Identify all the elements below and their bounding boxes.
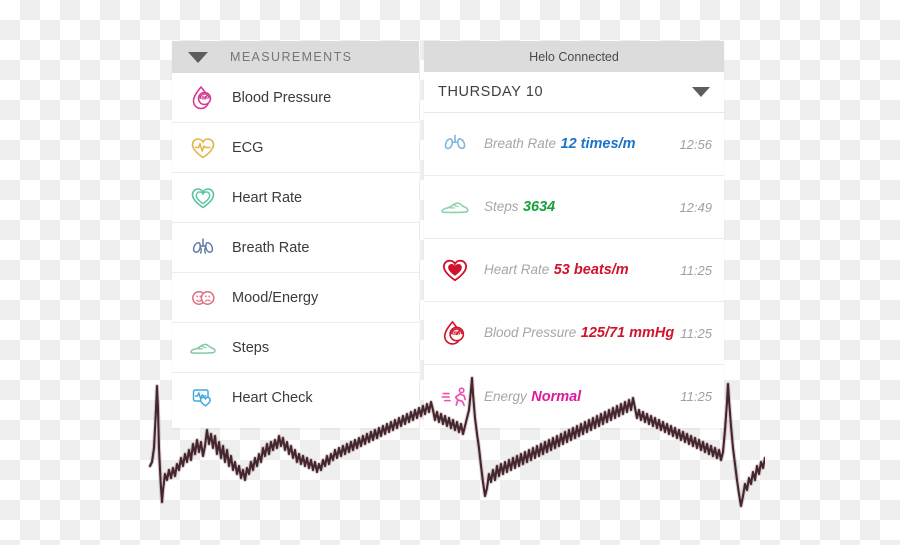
sidebar-item-label: Mood/Energy <box>232 289 319 306</box>
day-selector[interactable]: THURSDAY 10 <box>424 72 724 113</box>
reading-name: Energy <box>484 388 527 404</box>
sidebar-item-steps[interactable]: Steps <box>172 323 419 373</box>
reading-name: Steps <box>484 199 519 214</box>
readings-panel: Helo Connected THURSDAY 10 Breath Rate 1… <box>424 41 724 428</box>
reading-texts: Steps 3634 <box>484 198 673 216</box>
reading-value: 3634 <box>522 199 556 215</box>
app-screenshot: MEASUREMENTS Blood Pressure ECG Heart Ra… <box>0 0 900 545</box>
sidebar-item-label: Heart Check <box>232 390 313 406</box>
sidebar-item-breath-rate[interactable]: Breath Rate <box>172 223 419 273</box>
reading-value: 12 times/m <box>560 136 636 152</box>
sidebar-item-heart-check[interactable]: Heart Check <box>172 373 419 423</box>
reading-value: Normal <box>531 388 582 405</box>
heart-check-icon <box>186 381 220 415</box>
reading-value: 125/71 mmHg <box>580 325 675 341</box>
shoe-icon <box>436 188 474 226</box>
reading-row[interactable]: Blood Pressure 125/71 mmHg 11:25 <box>424 302 724 365</box>
sidebar-item-heart-rate[interactable]: Heart Rate <box>172 173 419 223</box>
reading-texts: Breath Rate 12 times/m <box>484 135 673 153</box>
reading-time: 11:25 <box>680 389 712 404</box>
reading-name: Heart Rate <box>484 262 550 277</box>
sidebar-item-label: Steps <box>232 339 270 356</box>
reading-name: Blood Pressure <box>484 325 577 340</box>
reading-time: 12:49 <box>679 199 712 215</box>
measurements-header[interactable]: MEASUREMENTS <box>172 41 419 73</box>
shoe-icon <box>186 331 220 365</box>
blood-pressure-icon <box>186 81 220 115</box>
ecg-heart-icon <box>186 131 220 165</box>
mood-faces-icon <box>186 281 220 315</box>
reading-texts: Heart Rate 53 beats/m <box>484 261 674 279</box>
reading-row[interactable]: Steps 3634 12:49 <box>424 176 724 239</box>
lungs-icon <box>436 125 474 163</box>
reading-time: 12:56 <box>679 136 712 152</box>
blood-pressure-icon <box>436 314 474 352</box>
device-status-label: Helo Connected <box>529 49 619 64</box>
reading-value: 53 beats/m <box>553 262 629 278</box>
device-status-header: Helo Connected <box>424 41 724 72</box>
reading-time: 11:25 <box>680 325 712 341</box>
sidebar-item-mood-energy[interactable]: Mood/Energy <box>172 273 419 323</box>
running-person-icon <box>436 378 474 416</box>
sidebar-item-blood-pressure[interactable]: Blood Pressure <box>172 73 419 123</box>
sidebar-item-ecg[interactable]: ECG <box>172 123 419 173</box>
day-selector-label: THURSDAY 10 <box>438 84 544 100</box>
sidebar-item-label: Breath Rate <box>232 239 310 256</box>
sidebar-item-label: Heart Rate <box>232 189 303 206</box>
measurements-title: MEASUREMENTS <box>230 50 353 64</box>
reading-row[interactable]: Energy Normal 11:25 <box>424 365 724 428</box>
heart-outline-icon <box>186 181 220 215</box>
chevron-down-icon[interactable] <box>692 87 710 97</box>
reading-row[interactable]: Heart Rate 53 beats/m 11:25 <box>424 239 724 302</box>
sidebar-item-label: Blood Pressure <box>232 89 332 106</box>
reading-texts: Energy Normal <box>484 388 674 406</box>
reading-texts: Blood Pressure 125/71 mmHg <box>484 324 674 342</box>
chevron-down-icon[interactable] <box>188 51 208 63</box>
reading-name: Breath Rate <box>484 136 557 151</box>
reading-row[interactable]: Breath Rate 12 times/m 12:56 <box>424 113 724 176</box>
sidebar-item-label: ECG <box>232 139 264 156</box>
lungs-icon <box>186 231 220 265</box>
heart-filled-icon <box>436 251 474 289</box>
reading-time: 11:25 <box>680 262 712 278</box>
measurements-panel: MEASUREMENTS Blood Pressure ECG Heart Ra… <box>172 41 419 428</box>
